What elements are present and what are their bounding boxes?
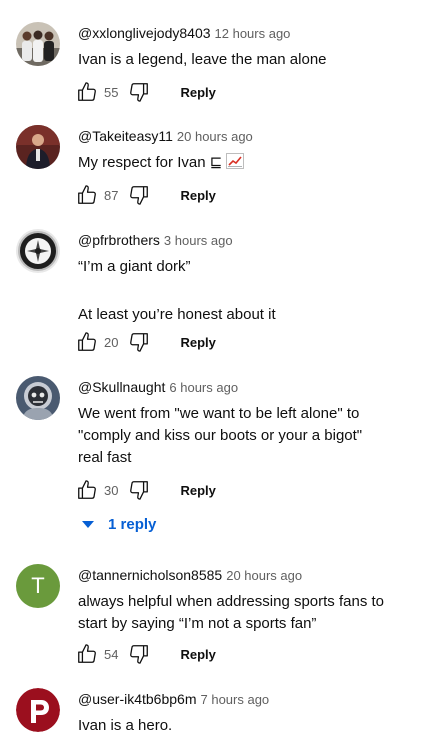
comment-time[interactable]: 3 hours ago — [164, 233, 233, 248]
comment-line: real fast — [78, 449, 132, 466]
comment-line: Ivan is a legend, leave the man alone — [78, 51, 327, 68]
like-count: 30 — [104, 482, 119, 498]
comment-time[interactable]: 20 hours ago — [226, 568, 302, 583]
like-count: 54 — [104, 646, 119, 662]
avatar[interactable] — [16, 376, 60, 420]
thumb-down-icon[interactable] — [128, 184, 150, 206]
comment-text: Ivan is a legend, leave the man alone — [78, 49, 414, 71]
comment-text: “I’m a giant dork” At least you’re hones… — [78, 256, 414, 326]
avatar[interactable] — [16, 688, 60, 732]
comment-line: “I’m a giant dork” — [78, 258, 191, 275]
thumb-up-icon[interactable] — [76, 184, 98, 206]
thumb-down-icon[interactable] — [128, 479, 150, 501]
avatar[interactable] — [16, 22, 60, 66]
thumb-down-icon[interactable] — [128, 331, 150, 353]
comment-author[interactable]: @user-ik4tb6bp6m — [78, 691, 197, 707]
comment-line: We went from "we want to be left alone" … — [78, 405, 360, 422]
comment-line — [78, 278, 414, 304]
comment-time[interactable]: 6 hours ago — [169, 380, 238, 395]
comment-text: Ivan is a hero. — [78, 715, 414, 734]
thumb-up-icon[interactable] — [76, 81, 98, 103]
like-count: 55 — [104, 84, 119, 100]
comment-text: We went from "we want to be left alone" … — [78, 403, 414, 469]
avatar[interactable] — [16, 229, 60, 273]
avatar[interactable] — [16, 125, 60, 169]
comment-line: always helpful when addressing sports fa… — [78, 593, 385, 610]
comment-text: always helpful when addressing sports fa… — [78, 591, 414, 635]
reply-button[interactable]: Reply — [180, 647, 215, 662]
reply-button[interactable]: Reply — [180, 335, 215, 350]
comment-line: At least you’re honest about it — [78, 306, 276, 323]
thumb-up-icon[interactable] — [76, 331, 98, 353]
caret-down-icon — [82, 521, 94, 528]
comment-time[interactable]: 20 hours ago — [177, 129, 253, 144]
reply-button[interactable]: Reply — [180, 85, 215, 100]
view-replies-button[interactable]: 1 reply — [82, 516, 156, 533]
comment-author[interactable]: @pfrbrothers — [78, 232, 160, 248]
like-count: 87 — [104, 187, 119, 203]
comment-line: Ivan is a hero. — [78, 717, 173, 734]
comment-time[interactable]: 12 hours ago — [215, 26, 291, 41]
thumb-down-icon[interactable] — [128, 643, 150, 665]
comment-line: My respect for Ivan ⊑ — [78, 152, 414, 174]
comment-line: start by saying “I’m not a sports fan” — [78, 615, 317, 632]
comment-time[interactable]: 7 hours ago — [201, 692, 270, 707]
thumb-up-icon[interactable] — [76, 643, 98, 665]
avatar-letter: T — [31, 573, 45, 598]
comment-text: My respect for Ivan ⊑ — [78, 152, 414, 174]
reply-button[interactable]: Reply — [180, 483, 215, 498]
chart-increasing-emoji — [226, 153, 245, 169]
replies-count-label: 1 reply — [108, 516, 157, 533]
comment-author[interactable]: @Takeiteasy11 — [78, 128, 173, 144]
thumb-up-icon[interactable] — [76, 479, 98, 501]
avatar[interactable]: T — [16, 564, 60, 608]
comment-author[interactable]: @xxlonglivejody8403 — [78, 25, 211, 41]
comment-author[interactable]: @tannernicholson8585 — [78, 567, 222, 583]
reply-button[interactable]: Reply — [180, 188, 215, 203]
like-count: 20 — [104, 334, 119, 350]
thumb-down-icon[interactable] — [128, 81, 150, 103]
comment-line: "comply and kiss our boots or your a big… — [78, 427, 363, 444]
comment-author[interactable]: @Skullnaught — [78, 379, 165, 395]
